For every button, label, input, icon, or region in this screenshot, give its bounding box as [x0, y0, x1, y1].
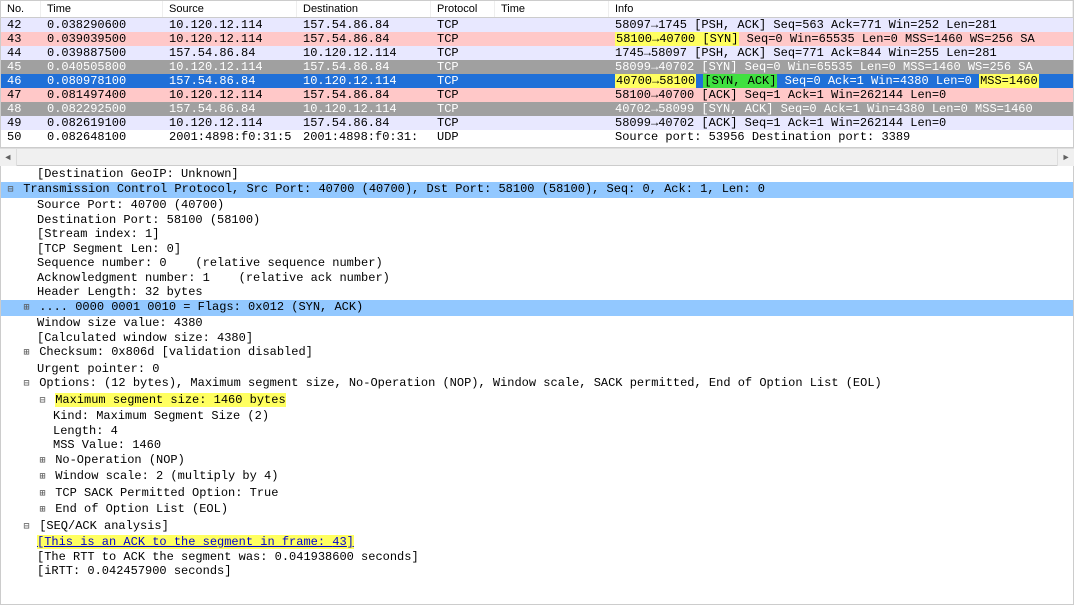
- checksum[interactable]: ⊞ Checksum: 0x806d [validation disabled]: [1, 345, 1073, 362]
- col-time2[interactable]: Time: [495, 1, 609, 17]
- packet-details-pane[interactable]: [Destination GeoIP: Unknown] ⊟ Transmiss…: [0, 165, 1074, 605]
- eol-option[interactable]: ⊞ End of Option List (EOL): [1, 502, 1073, 519]
- scroll-right-icon[interactable]: ►: [1057, 149, 1074, 166]
- collapse-icon[interactable]: ⊟: [37, 395, 48, 410]
- col-destination[interactable]: Destination: [297, 1, 431, 17]
- col-no[interactable]: No.: [1, 1, 41, 17]
- mss-length: Length: 4: [1, 424, 1073, 439]
- options[interactable]: ⊟ Options: (12 bytes), Maximum segment s…: [1, 376, 1073, 393]
- dst-port: Destination Port: 58100 (58100): [1, 213, 1073, 228]
- table-row[interactable]: 490.08261910010.120.12.114157.54.86.84TC…: [1, 116, 1073, 130]
- nop-option[interactable]: ⊞ No-Operation (NOP): [1, 453, 1073, 470]
- col-source[interactable]: Source: [163, 1, 297, 17]
- collapse-icon[interactable]: ⊟: [21, 521, 32, 536]
- expand-icon[interactable]: ⊞: [37, 455, 48, 470]
- flags-line[interactable]: ⊞ .... 0000 0001 0010 = Flags: 0x012 (SY…: [1, 300, 1073, 317]
- col-protocol[interactable]: Protocol: [431, 1, 495, 17]
- ack-to-frame[interactable]: [This is an ACK to the segment in frame:…: [1, 535, 1073, 550]
- table-row[interactable]: 460.080978100157.54.86.8410.120.12.114TC…: [1, 74, 1073, 88]
- packet-list-pane[interactable]: No. Time Source Destination Protocol Tim…: [0, 0, 1074, 148]
- table-row[interactable]: 420.03829060010.120.12.114157.54.86.84TC…: [1, 18, 1073, 32]
- packet-rows[interactable]: 420.03829060010.120.12.114157.54.86.84TC…: [1, 18, 1073, 144]
- table-row[interactable]: 480.082292500157.54.86.8410.120.12.114TC…: [1, 102, 1073, 116]
- wscale-option[interactable]: ⊞ Window scale: 2 (multiply by 4): [1, 469, 1073, 486]
- expand-icon[interactable]: ⊞: [37, 471, 48, 486]
- table-row[interactable]: 500.0826481002001:4898:f0:31:52001:4898:…: [1, 130, 1073, 144]
- table-row[interactable]: 440.039887500157.54.86.8410.120.12.114TC…: [1, 46, 1073, 60]
- col-info[interactable]: Info: [609, 1, 1073, 17]
- scroll-left-icon[interactable]: ◄: [0, 149, 17, 166]
- irtt: [iRTT: 0.042457900 seconds]: [1, 564, 1073, 579]
- mss-kind: Kind: Maximum Segment Size (2): [1, 409, 1073, 424]
- table-row[interactable]: 470.08149740010.120.12.114157.54.86.84TC…: [1, 88, 1073, 102]
- expand-icon[interactable]: ⊞: [37, 488, 48, 503]
- mss-option[interactable]: ⊟ Maximum segment size: 1460 bytes: [1, 393, 1073, 410]
- expand-icon[interactable]: ⊞: [21, 347, 32, 362]
- seqack-analysis[interactable]: ⊟ [SEQ/ACK analysis]: [1, 519, 1073, 536]
- stream-index: [Stream index: 1]: [1, 227, 1073, 242]
- win-size: Window size value: 4380: [1, 316, 1073, 331]
- expand-icon[interactable]: ⊞: [21, 302, 32, 317]
- collapse-icon[interactable]: ⊟: [21, 378, 32, 393]
- hscroll-packet-list[interactable]: ◄ ►: [0, 148, 1074, 165]
- rtt: [The RTT to ACK the segment was: 0.04193…: [1, 550, 1073, 565]
- col-time[interactable]: Time: [41, 1, 163, 17]
- geoip-line: [Destination GeoIP: Unknown]: [1, 167, 1073, 182]
- src-port: Source Port: 40700 (40700): [1, 198, 1073, 213]
- mss-value: MSS Value: 1460: [1, 438, 1073, 453]
- seg-len: [TCP Segment Len: 0]: [1, 242, 1073, 257]
- calc-win: [Calculated window size: 4380]: [1, 331, 1073, 346]
- urg-ptr: Urgent pointer: 0: [1, 362, 1073, 377]
- expand-icon[interactable]: ⊞: [37, 504, 48, 519]
- table-row[interactable]: 450.04050580010.120.12.114157.54.86.84TC…: [1, 60, 1073, 74]
- table-row[interactable]: 430.03903950010.120.12.114157.54.86.84TC…: [1, 32, 1073, 46]
- sack-option[interactable]: ⊞ TCP SACK Permitted Option: True: [1, 486, 1073, 503]
- hdr-len: Header Length: 32 bytes: [1, 285, 1073, 300]
- ack-num: Acknowledgment number: 1 (relative ack n…: [1, 271, 1073, 286]
- packet-list-header[interactable]: No. Time Source Destination Protocol Tim…: [1, 1, 1073, 18]
- seq-num: Sequence number: 0 (relative sequence nu…: [1, 256, 1073, 271]
- collapse-icon[interactable]: ⊟: [5, 184, 16, 199]
- tcp-header-line[interactable]: ⊟ Transmission Control Protocol, Src Por…: [1, 182, 1073, 199]
